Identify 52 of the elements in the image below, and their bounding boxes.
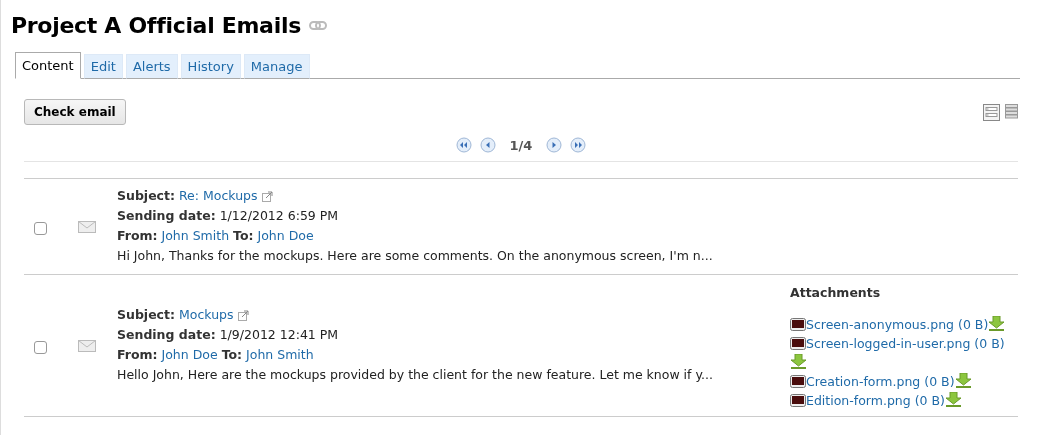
checkbox[interactable]	[34, 341, 47, 354]
attachment-link[interactable]: Edition-form.png (0 B)	[806, 393, 945, 408]
envelope-icon	[78, 339, 96, 352]
download-icon[interactable]	[944, 392, 962, 407]
field-label: To:	[221, 346, 243, 364]
field-label: Subject:	[117, 187, 175, 205]
download-icon[interactable]	[954, 373, 972, 388]
recipient-link[interactable]: John Smith	[246, 345, 314, 365]
detail-view-icon[interactable]	[983, 103, 1000, 121]
external-link-icon[interactable]	[261, 190, 273, 202]
field-label: From:	[117, 346, 158, 364]
envelope-icon	[78, 220, 96, 233]
image-file-icon	[790, 337, 806, 350]
image-file-icon	[790, 375, 806, 388]
attachment-link[interactable]: Creation-form.png (0 B)	[806, 374, 955, 389]
sender-link[interactable]: John Doe	[161, 345, 218, 365]
image-file-icon	[790, 318, 806, 331]
email-summary: Hello John, Here are the mockups provided by the client for the new feature. Let me know if y...	[117, 366, 713, 384]
tab[interactable]: Edit	[83, 54, 123, 79]
email-summary: Hi John, Thanks for the mockups. Here are some comments. On the anonymous screen, I'm n...	[117, 247, 713, 265]
tab[interactable]: Manage	[243, 54, 310, 79]
attachment-link[interactable]: Screen-anonymous.png (0 B)	[806, 317, 989, 332]
tab[interactable]: Content	[15, 52, 81, 79]
check-email-button[interactable]: Check email	[24, 99, 126, 125]
tab[interactable]: History	[180, 54, 241, 79]
page-indicator: 1/4	[509, 137, 533, 153]
checkbox[interactable]	[34, 222, 47, 235]
download-icon[interactable]	[790, 354, 807, 369]
download-icon[interactable]	[988, 316, 1006, 331]
first-icon[interactable]	[455, 137, 472, 153]
recipient-link[interactable]: John Doe	[257, 226, 314, 246]
field-label: Sending date:	[117, 326, 216, 344]
image-file-icon	[790, 394, 806, 407]
sender-link[interactable]: John Smith	[161, 226, 230, 246]
tab[interactable]: Alerts	[125, 54, 178, 79]
list-view-icon[interactable]	[1005, 103, 1018, 119]
page-title: Project A Official Emails	[11, 12, 301, 38]
external-link-icon[interactable]	[237, 309, 249, 321]
next-icon[interactable]	[546, 137, 563, 153]
field-label: To:	[233, 227, 254, 245]
field-label: Sending date:	[117, 207, 216, 225]
sending-date: 1/12/2012 6:59 PM	[219, 207, 339, 225]
last-icon[interactable]	[570, 137, 587, 153]
prev-icon[interactable]	[479, 137, 496, 153]
attachment-link[interactable]: Screen-logged-in-user.png (0 B)	[806, 336, 1005, 351]
subject-link[interactable]: Re: Mockups	[179, 186, 258, 206]
field-label: Subject:	[117, 306, 175, 324]
attachments-heading: Attachments	[790, 284, 882, 302]
link-icon[interactable]	[308, 20, 327, 30]
subject-link[interactable]: Mockups	[179, 305, 234, 325]
sending-date: 1/9/2012 12:41 PM	[219, 326, 339, 344]
field-label: From:	[117, 227, 158, 245]
